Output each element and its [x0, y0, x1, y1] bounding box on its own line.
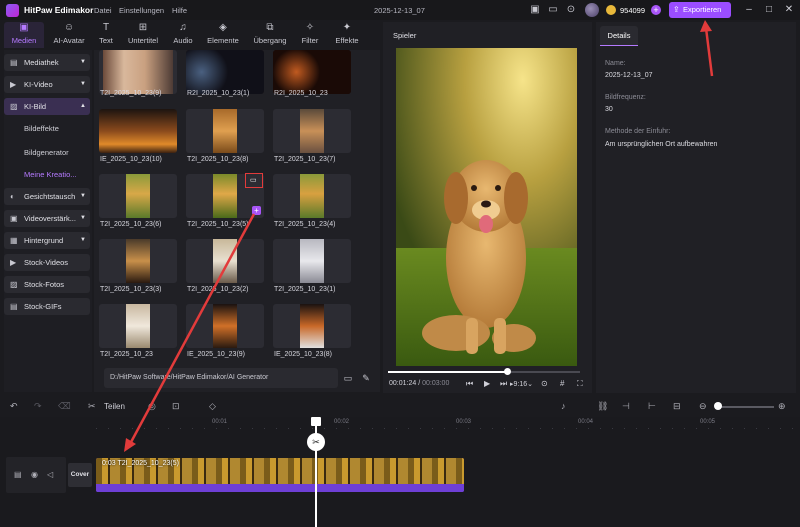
annotation-arrow — [128, 213, 256, 445]
annotation-arrowhead — [124, 438, 136, 452]
annotation-overlay — [124, 20, 714, 452]
annotation-arrowhead — [700, 20, 712, 32]
annotation-arrow — [704, 27, 714, 77]
